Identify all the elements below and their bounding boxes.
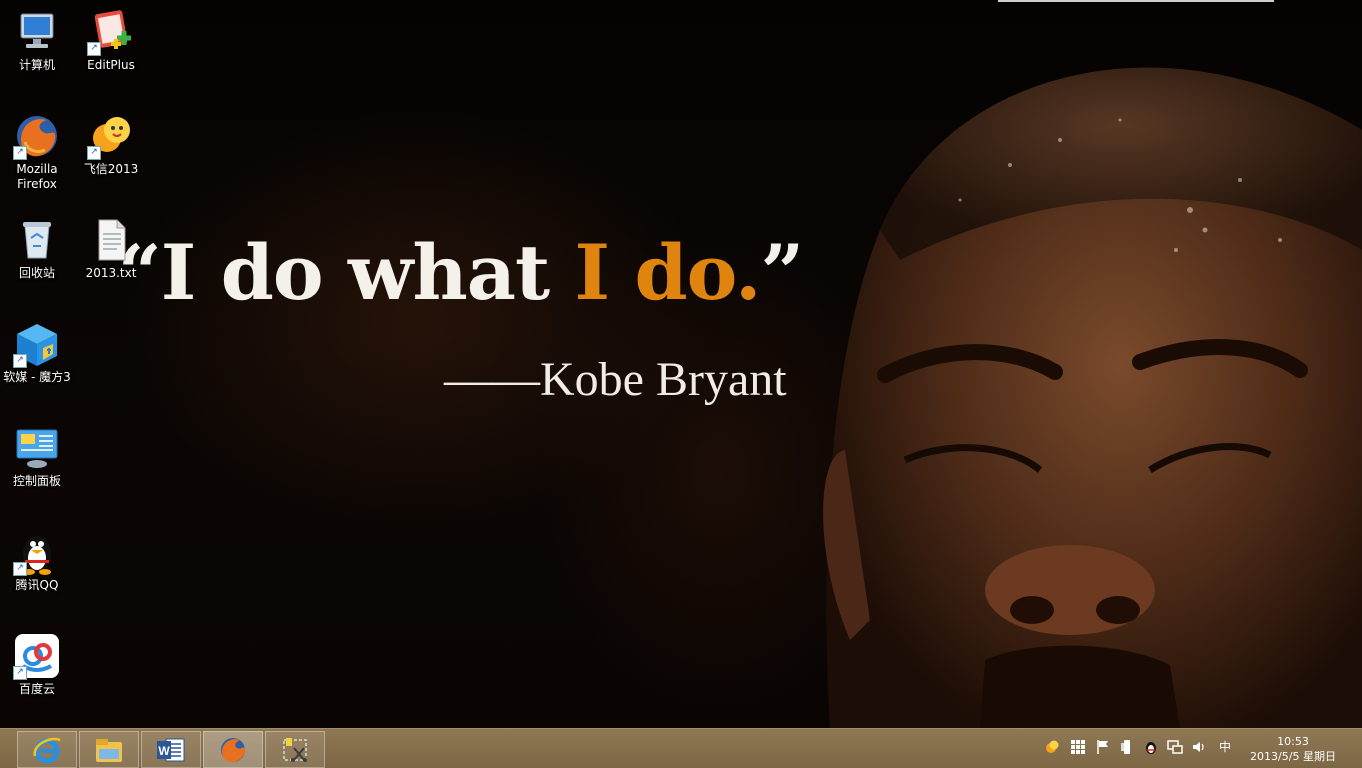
taskbar-snipping-tool-button[interactable] xyxy=(265,731,325,768)
shortcut-arrow-icon: ↗ xyxy=(87,146,101,160)
control-panel-icon xyxy=(13,424,61,472)
wallpaper-quote: “I do what I do.” xyxy=(118,228,804,317)
clock-date: 2013/5/5 星期日 xyxy=(1250,750,1336,763)
quote-white-text: I do what xyxy=(160,228,575,317)
grid-icon[interactable] xyxy=(1070,739,1086,755)
quote-close-mark: ” xyxy=(760,228,804,317)
clock-time: 10:53 xyxy=(1277,735,1309,748)
desktop-icon-label: 软媒 - 魔方3 xyxy=(3,370,71,384)
desktop-icon-rubik[interactable]: ↗ 软媒 - 魔方3 xyxy=(1,320,73,385)
desktop-icon-label: Mozilla Firefox xyxy=(16,162,58,191)
desktop-icon-label: 2013.txt xyxy=(85,266,137,280)
desktop-icon-editplus[interactable]: ↗ EditPlus xyxy=(75,8,147,73)
shortcut-arrow-icon: ↗ xyxy=(13,146,27,160)
taskbar-word-button[interactable]: W xyxy=(141,731,201,768)
file-explorer-icon xyxy=(96,739,122,762)
flag-icon[interactable] xyxy=(1095,739,1111,755)
internet-explorer-icon xyxy=(33,737,61,764)
shortcut-arrow-icon: ↗ xyxy=(13,666,27,680)
word-icon: W xyxy=(157,738,185,762)
rubik-cube-icon: ↗ xyxy=(13,320,61,368)
shortcut-arrow-icon: ↗ xyxy=(87,42,101,56)
network-icon[interactable] xyxy=(1167,739,1183,755)
shortcut-arrow-icon: ↗ xyxy=(13,562,27,576)
desktop-icon-label: 控制面板 xyxy=(12,474,61,488)
text-file-icon xyxy=(87,216,135,264)
recycle-bin-icon xyxy=(13,216,61,264)
desktop-icon-label: EditPlus xyxy=(87,58,135,72)
volume-icon[interactable] xyxy=(1191,739,1207,755)
svg-text:W: W xyxy=(158,744,170,758)
firefox-icon xyxy=(221,738,246,763)
desktop-icon-baidu-cloud[interactable]: ↗ 百度云 xyxy=(1,632,73,697)
firefox-icon: ↗ xyxy=(13,112,61,160)
snipping-tool-icon xyxy=(283,738,307,762)
baidu-cloud-icon: ↗ xyxy=(13,632,61,680)
fetion-icon: ↗ xyxy=(87,112,135,160)
desktop-icon-label: 百度云 xyxy=(18,682,55,696)
desktop-icon-label: 腾讯QQ xyxy=(15,578,59,592)
wallpaper-attribution: ——Kobe Bryant xyxy=(444,353,787,406)
taskbar-explorer-button[interactable] xyxy=(79,731,139,768)
desktop-icon-computer[interactable]: 计算机 xyxy=(1,8,73,73)
computer-icon xyxy=(13,8,61,56)
editplus-icon: ↗ xyxy=(87,8,135,56)
quote-orange-text: I do. xyxy=(574,228,762,317)
desktop-icon-qq[interactable]: ↗ 腾讯QQ xyxy=(1,528,73,593)
taskbar-firefox-button[interactable] xyxy=(203,731,263,768)
input-method-indicator[interactable]: 中 xyxy=(1217,739,1233,755)
shortcut-arrow-icon: ↗ xyxy=(13,354,27,368)
usb-icon[interactable] xyxy=(1119,739,1135,755)
qq-tray-icon[interactable] xyxy=(1143,739,1159,755)
desktop: “I do what I do.” ——Kobe Bryant 计算机 ↗ Ed… xyxy=(0,0,1362,728)
fetion-tray-icon[interactable] xyxy=(1044,739,1060,755)
desktop-icon-fetion[interactable]: ↗ 飞信2013 xyxy=(75,112,147,177)
taskbar-ie-button[interactable] xyxy=(17,731,77,768)
desktop-icon-label: 计算机 xyxy=(18,58,55,72)
qq-penguin-icon: ↗ xyxy=(13,528,61,576)
desktop-icon-firefox[interactable]: ↗ Mozilla Firefox xyxy=(1,112,73,192)
taskbar-clock[interactable]: 10:53 2013/5/5 星期日 xyxy=(1246,734,1340,764)
taskbar: W 中 10:53 2013/5/5 星期日 xyxy=(0,728,1362,768)
desktop-icon-label: 回收站 xyxy=(18,266,55,280)
desktop-icon-recycle-bin[interactable]: 回收站 xyxy=(1,216,73,281)
desktop-icon-control-panel[interactable]: 控制面板 xyxy=(1,424,73,489)
desktop-icon-label: 飞信2013 xyxy=(83,162,139,176)
desktop-icon-text-file[interactable]: 2013.txt xyxy=(75,216,147,281)
